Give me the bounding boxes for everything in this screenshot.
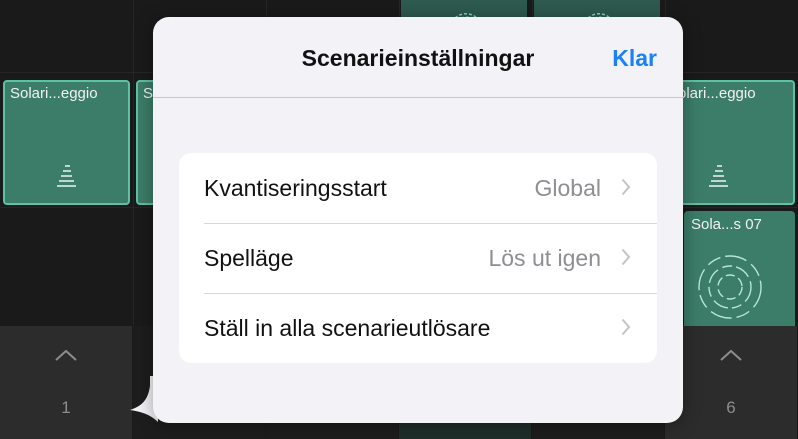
row-label: Kvantiseringsstart: [204, 175, 387, 201]
scene-settings-popover: Scenarieinställningar Klar Kvantiserings…: [153, 17, 683, 423]
circular-waveform-icon: [698, 255, 762, 319]
loop-cell-solarium-arpeggio[interactable]: Solari...eggio: [3, 80, 130, 205]
loop-cell-solarium-arpeggio-right[interactable]: olari...eggio: [668, 80, 795, 205]
scene-trigger-1[interactable]: 1: [0, 326, 133, 439]
row-value: Lös ut igen: [488, 245, 601, 271]
row-value: Global: [534, 175, 601, 201]
scene-trigger-6[interactable]: 6: [665, 326, 798, 439]
chevron-right-icon: [621, 178, 631, 196]
row-label: Ställ in alla scenarieutlösare: [204, 315, 491, 341]
scene-number: 6: [726, 398, 736, 417]
chevron-right-icon: [621, 248, 631, 266]
chevron-up-icon: [55, 349, 77, 361]
cell-label: Solari...eggio: [10, 85, 98, 102]
settings-list: Kvantiseringsstart Global Spelläge Lös u…: [179, 153, 657, 363]
done-button[interactable]: Klar: [612, 45, 657, 72]
chevron-right-icon: [621, 318, 631, 336]
row-play-mode[interactable]: Spelläge Lös ut igen: [179, 223, 657, 293]
row-quantization-start[interactable]: Kvantiseringsstart Global: [179, 153, 657, 223]
cell-label: olari...eggio: [678, 85, 756, 102]
chevron-up-icon: [720, 349, 742, 361]
loop-cell-solarium-07[interactable]: Sola...s 07: [684, 211, 795, 331]
row-label: Spelläge: [204, 245, 294, 271]
cell-label: Sola...s 07: [691, 216, 762, 233]
grid-divider: [133, 0, 134, 330]
waveform-spiral-icon: [709, 165, 728, 187]
scene-number: 1: [61, 398, 71, 417]
waveform-spiral-icon: [57, 165, 76, 187]
popover-header: Scenarieinställningar Klar: [153, 17, 683, 98]
row-set-all-scene-triggers[interactable]: Ställ in alla scenarieutlösare: [179, 293, 657, 363]
popover-title: Scenarieinställningar: [301, 45, 535, 71]
live-loops-screen: Solari...eggio S olari...eggio Sola...s …: [0, 0, 798, 439]
cell-label: S: [143, 85, 154, 102]
